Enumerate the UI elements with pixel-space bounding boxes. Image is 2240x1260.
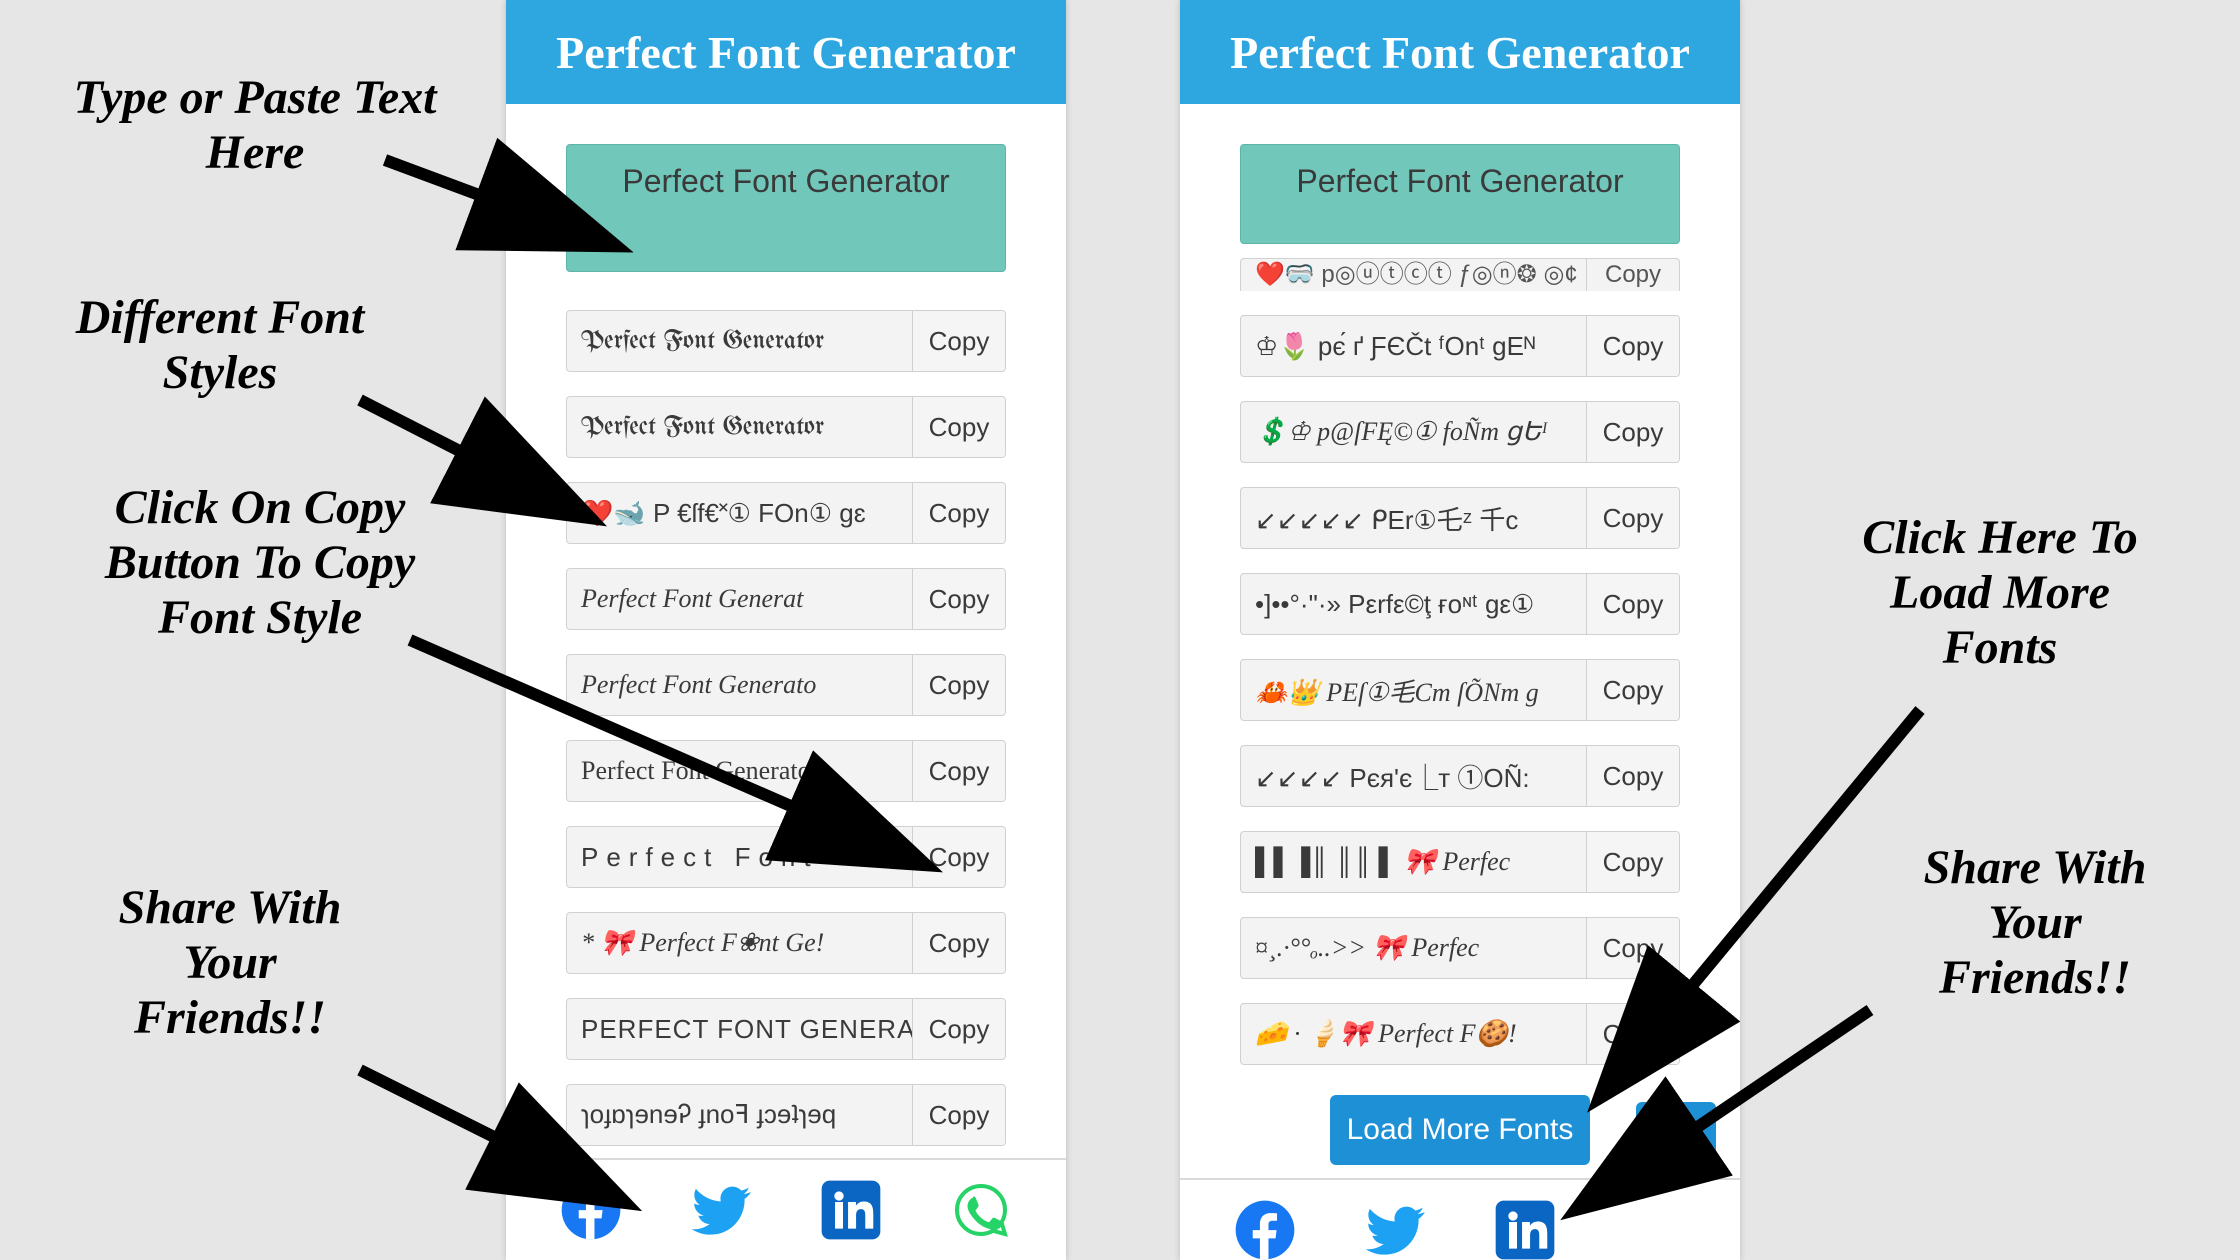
font-sample: Perfect Font Generator [567, 741, 912, 801]
font-sample: Perfect Font Generator [567, 311, 912, 371]
right-screenshot: Perfect Font Generator Perfect Font Gene… [1180, 0, 1740, 1260]
scroll-top-button[interactable]: Top [1636, 1102, 1716, 1182]
font-row: PERFECT FONT GENERATORCopy [566, 998, 1006, 1060]
font-row: ♔🌷 pє́ ґ ƑЄČt ᶠOnᵗ gEᴺCopy [1240, 315, 1680, 377]
font-sample: 🦀👑 PEſ①毛Cт ſÕNт g [1241, 660, 1586, 720]
copy-button[interactable]: Copy [912, 483, 1005, 543]
font-row: 🦀👑 PEſ①毛Cт ſÕNт gCopy [1240, 659, 1680, 721]
callout-share-left: Share With Your Friends!! [80, 880, 380, 1046]
social-bar [1180, 1178, 1740, 1260]
whatsapp-icon[interactable] [949, 1178, 1013, 1242]
font-sample: ▌▌▐║ ║║ ▌ 🎀 Perfec [1241, 832, 1586, 892]
font-sample: PERFECT FONT GENERATOR [567, 999, 912, 1059]
font-row: Perfect Font GeneratorCopy [566, 740, 1006, 802]
copy-button[interactable]: Copy [1586, 259, 1679, 291]
copy-button[interactable]: Copy [1586, 488, 1679, 548]
copy-button[interactable]: Copy [912, 311, 1005, 371]
font-sample: ↙↙↙↙↙ ᑭEr①乇ᶻ 千c [1241, 488, 1586, 548]
callout-click-copy: Click On Copy Button To Copy Font Style [60, 480, 460, 646]
linkedin-icon[interactable] [819, 1178, 883, 1242]
font-sample: ¤¸.·°°ₒ..>> 🎀 Perfec [1241, 918, 1586, 978]
facebook-icon[interactable] [559, 1178, 623, 1242]
font-row: 💲♔ p@ſFĘ©① foÑт ցԵᴵCopy [1240, 401, 1680, 463]
page-title: Perfect Font Generator [1180, 0, 1740, 104]
copy-button[interactable]: Copy [912, 655, 1005, 715]
font-row: ¤¸.·°°ₒ..>> 🎀 PerfecCopy [1240, 917, 1680, 979]
text-input[interactable]: Perfect Font Generator [1240, 144, 1680, 244]
left-screenshot: Perfect Font Generator Perfect Font Gene… [506, 0, 1066, 1260]
twitter-icon[interactable] [1363, 1198, 1427, 1260]
copy-button[interactable]: Copy [1586, 746, 1679, 806]
callout-load-more: Click Here To Load More Fonts [1800, 510, 2200, 676]
font-sample: 💲♔ p@ſFĘ©① foÑт ցԵᴵ [1241, 402, 1586, 462]
copy-button[interactable]: Copy [912, 1085, 1005, 1145]
page-title: Perfect Font Generator [506, 0, 1066, 104]
font-sample: 🧀 · 🍦🎀 Perfect F🍪! [1241, 1004, 1586, 1064]
text-input[interactable]: Perfect Font Generator [566, 144, 1006, 272]
copy-button[interactable]: Copy [1586, 316, 1679, 376]
font-row: Perfect Font GeneratCopy [566, 568, 1006, 630]
font-row: ↙↙↙↙↙ ᑭEr①乇ᶻ 千cCopy [1240, 487, 1680, 549]
font-sample: •]••°·"·» Pεrfε©ţ ғoᶰᵗ gε① [1241, 574, 1586, 634]
copy-button[interactable]: Copy [1586, 574, 1679, 634]
font-sample: * 🎀 Perfect F❀nt Ge! [567, 913, 912, 973]
copy-button[interactable]: Copy [912, 741, 1005, 801]
copy-button[interactable]: Copy [1586, 1004, 1679, 1064]
font-row: ❤️🐋 P €ſf€˟① FOn① gɛCopy [566, 482, 1006, 544]
copy-button[interactable]: Copy [1586, 918, 1679, 978]
callout-type-here: Type or Paste Text Here [20, 70, 490, 180]
font-sample: ❤️🐋 P €ſf€˟① FOn① gɛ [567, 483, 912, 543]
font-sample: Perfect Font Generato [567, 655, 912, 715]
font-row: Perfect Font GeneratorCopy [566, 396, 1006, 458]
copy-button[interactable]: Copy [912, 569, 1005, 629]
font-row: Perfect FontCopy [566, 826, 1006, 888]
copy-button[interactable]: Copy [1586, 832, 1679, 892]
font-row: ↙↙↙↙ Pєя'є⎿т ①OÑ:Copy [1240, 745, 1680, 807]
social-bar [506, 1158, 1066, 1260]
twitter-icon[interactable] [689, 1178, 753, 1242]
font-row: * 🎀 Perfect F❀nt Ge!Copy [566, 912, 1006, 974]
linkedin-icon[interactable] [1493, 1198, 1557, 1260]
font-sample: ♔🌷 pє́ ґ ƑЄČt ᶠOnᵗ gEᴺ [1241, 316, 1586, 376]
copy-button[interactable]: Copy [912, 913, 1005, 973]
font-row: Perfect Font GeneratorCopy [566, 310, 1006, 372]
copy-button[interactable]: Copy [912, 827, 1005, 887]
font-sample: ɿoɟɒɿɘnɘᎮ ɟnoꟻ ɟɔɘʇɿɘq [567, 1085, 912, 1145]
font-sample: Perfect Font Generat [567, 569, 912, 629]
font-sample: ❤️🥽 p◎ⓤⓣⓒⓣ ƒ◎ⓝ❂ ◎¢ [1241, 259, 1586, 291]
font-row: Perfect Font GeneratoCopy [566, 654, 1006, 716]
copy-button[interactable]: Copy [1586, 660, 1679, 720]
copy-button[interactable]: Copy [912, 397, 1005, 457]
font-row: ▌▌▐║ ║║ ▌ 🎀 PerfecCopy [1240, 831, 1680, 893]
copy-button[interactable]: Copy [912, 999, 1005, 1059]
load-more-button[interactable]: Load More Fonts [1330, 1095, 1590, 1165]
callout-diff-styles: Different Font Styles [20, 290, 420, 400]
font-row: ɿoɟɒɿɘnɘᎮ ɟnoꟻ ɟɔɘʇɿɘqCopy [566, 1084, 1006, 1146]
font-sample: Perfect Font [567, 827, 912, 887]
font-row: 🧀 · 🍦🎀 Perfect F🍪!Copy [1240, 1003, 1680, 1065]
font-row-partial: ❤️🥽 p◎ⓤⓣⓒⓣ ƒ◎ⓝ❂ ◎¢ Copy [1240, 258, 1680, 291]
font-row: •]••°·"·» Pεrfε©ţ ғoᶰᵗ gε①Copy [1240, 573, 1680, 635]
copy-button[interactable]: Copy [1586, 402, 1679, 462]
font-sample: Perfect Font Generator [567, 397, 912, 457]
font-sample: ↙↙↙↙ Pєя'є⎿т ①OÑ: [1241, 746, 1586, 806]
callout-share-right: Share With Your Friends!! [1850, 840, 2220, 1006]
facebook-icon[interactable] [1233, 1198, 1297, 1260]
